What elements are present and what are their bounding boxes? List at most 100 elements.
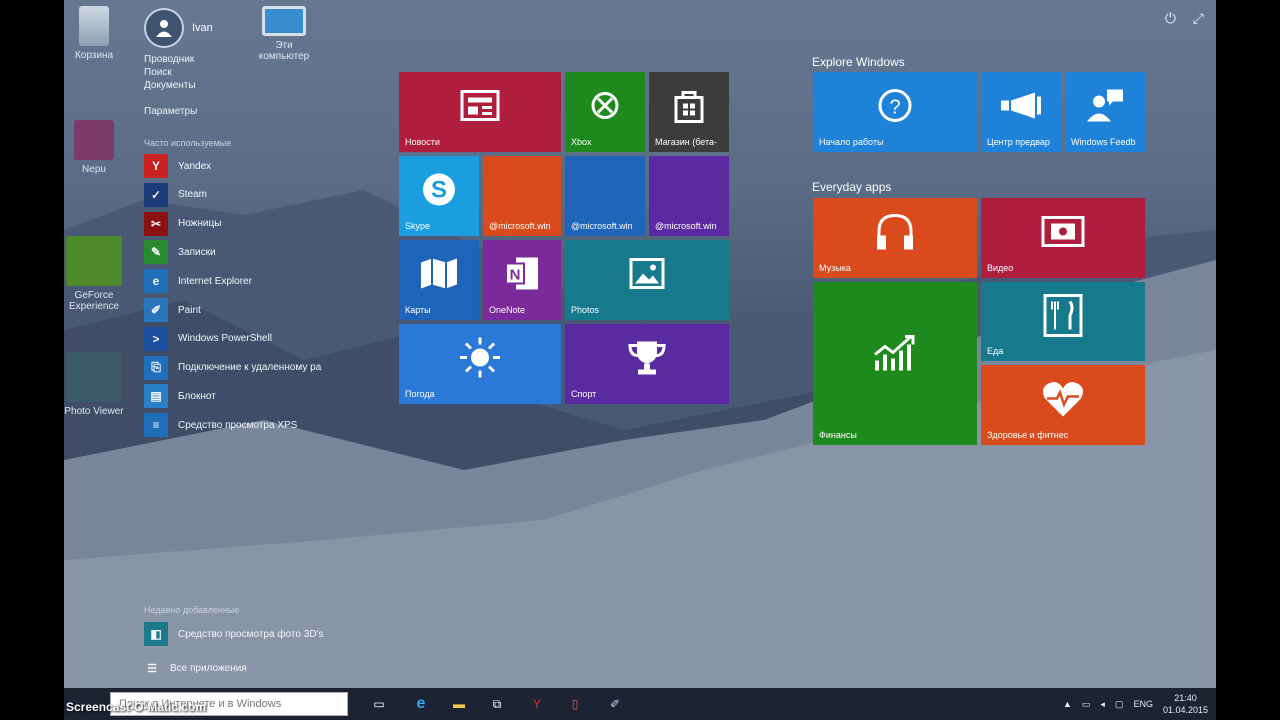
tile-trophy[interactable]: Спорт — [565, 324, 729, 404]
link-search[interactable]: Поиск — [144, 67, 172, 78]
all-apps-button[interactable]: ☰ Все приложения — [144, 656, 247, 680]
desktop-icon-label: Nepu — [82, 164, 106, 175]
tile-xbox[interactable]: Xbox — [565, 72, 645, 152]
app-list-item[interactable]: ✂ Ножницы — [144, 211, 221, 236]
tile-onenote[interactable]: N OneNote — [483, 240, 561, 320]
tile-label: Photos — [571, 305, 600, 315]
tile-label: Еда — [987, 346, 1004, 356]
photo-3d-icon: ◧ — [144, 622, 168, 646]
recent-app-label: Средство просмотра фото 3D's — [178, 628, 324, 640]
app-icon: > — [144, 326, 168, 351]
language-indicator[interactable]: ENG — [1133, 699, 1153, 709]
tile-skype[interactable]: S Skype — [399, 156, 479, 236]
user-name: Ivan — [192, 22, 213, 34]
tile-label: Видео — [987, 263, 1014, 273]
paint-icon[interactable]: ✐ — [604, 694, 626, 714]
all-apps-label: Все приложения — [170, 662, 247, 674]
tile-feedback[interactable]: Windows Feedb — [1065, 72, 1145, 152]
recent-app-item[interactable]: ◧ Средство просмотра фото 3D's — [144, 622, 323, 646]
video-icon — [1041, 216, 1085, 253]
tile-label: @microsoft.win — [655, 221, 717, 231]
desktop-screen: Корзина Эти компьютер Nepu GeForce Exper… — [64, 0, 1216, 720]
desktop-icon-game[interactable]: Nepu — [64, 120, 124, 175]
group-title-everyday: Everyday apps — [812, 180, 892, 194]
tile-label: OneNote — [489, 305, 526, 315]
all-apps-icon: ☰ — [147, 662, 157, 675]
tile-food[interactable]: Еда — [981, 282, 1145, 361]
nvidia-icon — [66, 236, 122, 286]
link-explorer[interactable]: Проводник — [144, 54, 194, 65]
desktop-icon-label: Photo Viewer — [64, 406, 124, 417]
tile-app[interactable]: @microsoft.win — [483, 156, 561, 236]
tile-megaphone[interactable]: Центр предвар — [981, 72, 1061, 152]
store-icon[interactable]: ⧉ — [486, 694, 508, 714]
app-icon: e — [144, 269, 168, 294]
clock-date: 01.04.2015 — [1162, 705, 1208, 715]
tile-app[interactable]: @microsoft.win — [565, 156, 645, 236]
app-list-item[interactable]: ✎ Записки — [144, 240, 216, 265]
app-icon: ✎ — [144, 240, 168, 265]
document-app-icon[interactable]: ▯ — [564, 694, 586, 714]
notification-icon[interactable]: ▢ — [1115, 699, 1124, 710]
link-settings[interactable]: Параметры — [144, 106, 197, 117]
megaphone-icon — [999, 91, 1043, 126]
volume-icon[interactable]: ◂ — [1100, 699, 1105, 710]
yandex-browser-icon[interactable]: Y — [526, 694, 548, 714]
tile-label: Магазин (бета- — [655, 137, 717, 147]
news-icon — [460, 90, 500, 127]
desktop-icon-recycle-bin[interactable]: Корзина — [64, 6, 124, 61]
app-list-item[interactable]: > Windows PowerShell — [144, 326, 272, 351]
app-icon: Y — [144, 154, 168, 178]
clock-time: 21:40 — [1174, 693, 1197, 703]
user-account[interactable]: Ivan — [144, 8, 213, 48]
xbox-icon — [590, 91, 620, 126]
app-label: Paint — [178, 304, 201, 316]
tile-label: Центр предвар — [987, 137, 1050, 147]
svg-text:N: N — [510, 267, 521, 284]
tile-video[interactable]: Видео — [981, 198, 1145, 278]
power-icon[interactable]: ⏻ — [1165, 10, 1176, 27]
tile-photos[interactable]: Photos — [565, 240, 729, 320]
app-list-item[interactable]: ≡ Средство просмотра XPS — [144, 413, 297, 438]
desktop-icon-photo-viewer[interactable]: Photo Viewer — [64, 352, 124, 417]
file-explorer-icon[interactable]: ▬ — [448, 694, 470, 714]
tile-weather[interactable]: Погода — [399, 324, 561, 404]
tile-news[interactable]: Новости — [399, 72, 561, 152]
desktop-icon-label: Корзина — [74, 50, 114, 61]
task-view-icon[interactable]: ▭ — [368, 694, 390, 714]
app-list-item[interactable]: e Internet Explorer — [144, 269, 252, 294]
tile-finance[interactable]: Финансы — [813, 282, 977, 445]
trophy-icon — [627, 338, 667, 383]
tile-label: Здоровье и фитнес — [987, 430, 1069, 440]
internet-explorer-icon[interactable]: e — [410, 694, 432, 714]
tile-app[interactable]: @microsoft.win — [649, 156, 729, 236]
app-list-item[interactable]: ▤ Блокнот — [144, 384, 216, 409]
link-documents[interactable]: Документы — [144, 80, 196, 91]
skype-icon: S — [419, 170, 459, 215]
tile-help[interactable]: ? Начало работы — [813, 72, 977, 152]
expand-icon[interactable]: ⤢ — [1193, 10, 1204, 27]
desktop-icon-computer[interactable]: Эти компьютер — [254, 6, 314, 62]
app-list-item[interactable]: Y Yandex — [144, 154, 211, 178]
tile-store[interactable]: Магазин (бета- — [649, 72, 729, 152]
app-list-item[interactable]: ✐ Paint — [144, 298, 201, 322]
network-icon[interactable]: ▭ — [1082, 699, 1091, 710]
tile-health[interactable]: Здоровье и фитнес — [981, 365, 1145, 445]
headphones-icon — [873, 210, 917, 259]
desktop-icon-label: Эти компьютер — [258, 40, 310, 62]
clock[interactable]: 21:40 01.04.2015 — [1163, 692, 1208, 716]
tile-maps[interactable]: Карты — [399, 240, 479, 320]
finance-icon — [871, 333, 919, 378]
svg-text:?: ? — [889, 97, 900, 119]
feedback-icon — [1085, 88, 1125, 129]
app-list-item[interactable]: ⎘ Подключение к удаленному ра — [144, 355, 321, 380]
app-icon: ⎘ — [144, 355, 168, 380]
recycle-bin-icon — [79, 6, 109, 46]
store-icon — [672, 88, 706, 129]
desktop-icon-nvidia[interactable]: GeForce Experience — [64, 236, 124, 312]
app-icon: ≡ — [144, 413, 168, 438]
app-list-item[interactable]: ✓ Steam — [144, 182, 207, 207]
tray-chevron-icon[interactable]: ▲ — [1063, 699, 1072, 709]
tile-headphones[interactable]: Музыка — [813, 198, 977, 278]
app-label: Windows PowerShell — [178, 333, 272, 345]
